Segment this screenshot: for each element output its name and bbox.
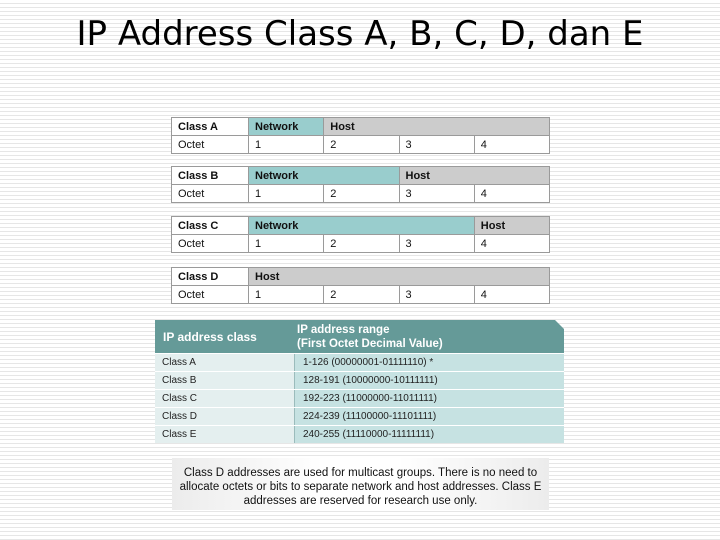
header-range-line2: (First Octet Decimal Value) [297, 338, 443, 350]
range-cell: 240-255 (11110000-11111111) [295, 426, 564, 443]
class-d-header-row: Class D Host [171, 267, 550, 286]
header-range-line1: IP address range [297, 324, 390, 336]
class-c-table: Class C Network Host Octet 1 2 3 4 [171, 216, 551, 253]
range-table-header: IP address class IP address range (First… [155, 320, 564, 353]
slide-title: IP Address Class A, B, C, D, dan E [76, 14, 644, 54]
octet-label: Octet [171, 234, 249, 253]
class-label: Class C [171, 216, 249, 235]
octet-label: Octet [171, 285, 249, 304]
class-cell: Class B [155, 372, 295, 389]
table-row: Class B 128-191 (10000000-10111111) [155, 371, 564, 389]
network-cell: Network [248, 166, 400, 185]
octet-cell: 3 [398, 285, 475, 304]
table-row: Class D 224-239 (11100000-11101111) [155, 407, 564, 425]
note-line: addresses are reserved for research use … [243, 495, 478, 507]
host-cell: Host [248, 267, 550, 286]
range-cell: 192-223 (11000000-11011111) [295, 390, 564, 407]
network-cell: Network [247, 117, 325, 136]
header-ip-address-class: IP address class [163, 330, 257, 344]
table-row: Class C 192-223 (11000000-11011111) [155, 389, 564, 407]
octet-cell: 4 [473, 285, 551, 304]
note-text-box: Class D addresses are used for multicast… [172, 458, 549, 510]
class-cell: Class A [155, 354, 295, 371]
octet-cell: 2 [323, 184, 400, 203]
octet-row: Octet 1 2 3 4 [171, 135, 551, 154]
octet-cell: 2 [323, 135, 400, 154]
header-ip-address-range: IP address range (First Octet Decimal Va… [297, 323, 443, 351]
octet-row: Octet 1 2 3 4 [171, 234, 551, 253]
octet-cell: 2 [323, 234, 400, 253]
octet-cell: 1 [247, 234, 325, 253]
ip-range-table: IP address class IP address range (First… [155, 320, 565, 446]
octet-cell: 3 [398, 184, 475, 203]
class-b-table: Class B Network Host Octet 1 2 3 4 [171, 166, 551, 203]
octet-cell: 1 [247, 135, 325, 154]
octet-row: Octet 1 2 3 4 [171, 184, 551, 203]
note-line: Class D addresses are used for multicast… [183, 467, 538, 479]
octet-cell: 1 [247, 184, 325, 203]
host-cell: Host [323, 117, 550, 136]
octet-label: Octet [171, 135, 249, 154]
class-d-table: Class D Host Octet 1 2 3 4 [171, 267, 551, 304]
table-row: Class E 240-255 (11110000-11111111) [155, 425, 564, 443]
octet-cell: 2 [323, 285, 400, 304]
host-cell: Host [473, 216, 551, 235]
class-a-table: Class A Network Host Octet 1 2 3 4 [171, 117, 551, 154]
range-cell: 1-126 (00000001-01111110) * [295, 354, 564, 371]
range-table-body: Class A 1-126 (00000001-01111110) * Clas… [155, 353, 564, 443]
range-cell: 128-191 (10000000-10111111) [295, 372, 564, 389]
class-c-header-row: Class C Network Host [171, 216, 551, 235]
octet-cell: 4 [473, 184, 551, 203]
octet-cell: 3 [398, 234, 475, 253]
class-cell: Class E [155, 426, 295, 443]
octet-cell: 4 [473, 135, 551, 154]
class-b-header-row: Class B Network Host [171, 166, 550, 185]
table-row: Class A 1-126 (00000001-01111110) * [155, 353, 564, 371]
octet-cell: 1 [247, 285, 325, 304]
note-line: allocate octets or bits to separate netw… [179, 481, 542, 493]
octet-row: Octet 1 2 3 4 [171, 285, 551, 304]
class-label: Class B [171, 166, 249, 185]
range-cell: 224-239 (11100000-11101111) [295, 408, 564, 425]
class-cell: Class D [155, 408, 295, 425]
octet-cell: 4 [473, 234, 551, 253]
network-cell: Network [248, 216, 475, 235]
octet-cell: 3 [398, 135, 475, 154]
class-a-header-row: Class A Network Host [171, 117, 550, 136]
class-label: Class D [171, 267, 249, 286]
octet-label: Octet [171, 184, 249, 203]
class-cell: Class C [155, 390, 295, 407]
host-cell: Host [398, 166, 550, 185]
class-label: Class A [171, 117, 249, 136]
